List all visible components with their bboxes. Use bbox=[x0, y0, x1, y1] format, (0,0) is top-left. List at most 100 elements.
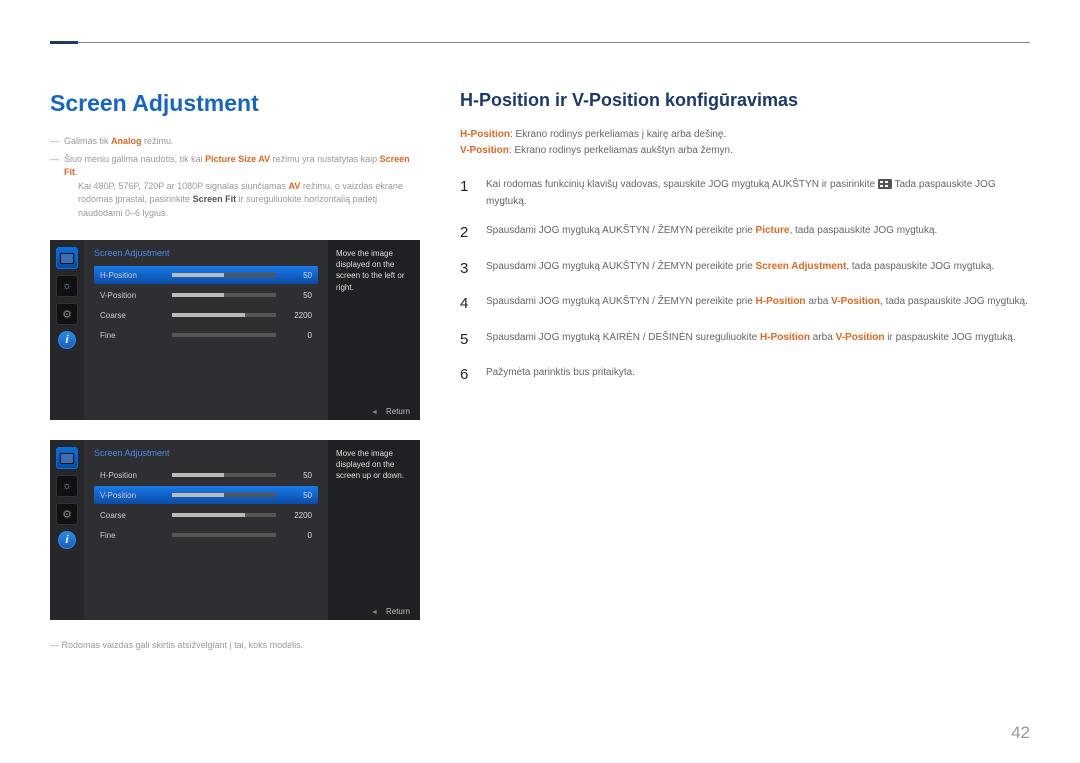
text: režimu. bbox=[142, 136, 174, 146]
osd-row-slider bbox=[172, 273, 276, 277]
osd-screenshot-2: Screen Adjustment H-Position50V-Position… bbox=[50, 440, 420, 620]
osd-menu-row: Coarse2200 bbox=[94, 506, 318, 524]
osd-row-value: 50 bbox=[284, 491, 312, 500]
text: Spausdami JOG mygtuką AUKŠTYN / ŽEMYN pe… bbox=[486, 225, 756, 236]
settings-icon bbox=[56, 503, 78, 525]
left-column: Screen Adjustment Galimas tik Analog rež… bbox=[50, 90, 420, 650]
picture-icon bbox=[56, 447, 78, 469]
brightness-icon bbox=[56, 475, 78, 497]
text: Kai 480P, 576P, 720P ar 1080P signalas s… bbox=[78, 181, 289, 191]
highlight: Screen Adjustment bbox=[756, 261, 847, 272]
highlight: Picture bbox=[756, 225, 790, 236]
osd-rows-2: H-Position50 V-Position 50 Coarse2200 Fine 0 bbox=[94, 466, 318, 544]
step-body: Spausdami JOG mygtuką AUKŠTYN / ŽEMYN pe… bbox=[486, 291, 1030, 317]
osd-sidebar bbox=[50, 440, 84, 620]
step-number: 3 bbox=[460, 256, 474, 282]
settings-icon bbox=[56, 303, 78, 325]
step-number: 4 bbox=[460, 291, 474, 317]
step-2: 2 Spausdami JOG mygtuką AUKŠTYN / ŽEMYN … bbox=[460, 220, 1030, 246]
page-top-accent bbox=[50, 41, 78, 44]
osd-menu-row: H-Position50 bbox=[94, 466, 318, 484]
text: arba bbox=[810, 332, 836, 343]
osd-row-slider bbox=[172, 533, 276, 537]
step-4: 4 Spausdami JOG mygtuką AUKŠTYN / ŽEMYN … bbox=[460, 291, 1030, 317]
text: , tada paspauskite JOG mygtuką. bbox=[846, 261, 994, 272]
highlight: H-Position bbox=[756, 296, 806, 307]
note-2-sub: Kai 480P, 576P, 720P ar 1080P signalas s… bbox=[64, 180, 420, 221]
osd-row-label: Fine bbox=[100, 531, 164, 540]
model-note: Rodomas vaizdas gali skirtis atsižvelgia… bbox=[50, 640, 420, 650]
osd-menu: Screen Adjustment H-Position50 V-Position… bbox=[84, 240, 328, 420]
return-label: Return bbox=[386, 607, 410, 616]
osd-menu-row: H-Position50 bbox=[94, 266, 318, 284]
definition-v-position: V-Position: Ekrano rodinys perkeliamas a… bbox=[460, 143, 1030, 158]
menu-icon bbox=[878, 179, 892, 189]
text: Galimas tik bbox=[64, 136, 111, 146]
text: : Ekrano rodinys perkeliamas aukštyn arb… bbox=[509, 145, 733, 156]
step-body: Spausdami JOG mygtuką AUKŠTYN / ŽEMYN pe… bbox=[486, 256, 1030, 282]
definition-h-position: H-Position: Ekrano rodinys perkeliamas į… bbox=[460, 127, 1030, 142]
back-arrow-icon bbox=[371, 607, 378, 616]
highlight: AV bbox=[289, 181, 301, 191]
osd-menu: Screen Adjustment H-Position50V-Position… bbox=[84, 440, 328, 620]
step-1: 1 Kai rodomas funkcinių klavišų vadovas,… bbox=[460, 174, 1030, 210]
text: Spausdami JOG mygtuką KAIRĖN / DEŠINĖN s… bbox=[486, 332, 760, 343]
osd-row-slider bbox=[172, 493, 276, 497]
step-3: 3 Spausdami JOG mygtuką AUKŠTYN / ŽEMYN … bbox=[460, 256, 1030, 282]
osd-menu-row: V-Position50 bbox=[94, 286, 318, 304]
text: Šiuo meniu galima naudotis, tik kai bbox=[64, 154, 205, 164]
text: Spausdami JOG mygtuką AUKŠTYN / ŽEMYN pe… bbox=[486, 261, 756, 272]
osd-title: Screen Adjustment bbox=[94, 248, 318, 258]
text: , tada paspauskite JOG mygtuką. bbox=[789, 225, 937, 236]
highlight: Analog bbox=[111, 136, 142, 146]
text: . bbox=[75, 167, 78, 177]
note-1: Galimas tik Analog režimu. bbox=[50, 135, 420, 149]
osd-row-value: 50 bbox=[284, 271, 312, 280]
osd-help-text: Move the image displayed on the screen t… bbox=[328, 240, 420, 420]
osd-rows-1: H-Position50 V-Position50 Coarse 2200 Fine0 bbox=[94, 266, 318, 344]
page-number: 42 bbox=[1011, 723, 1030, 743]
osd-menu-row: Fine 0 bbox=[94, 526, 318, 544]
osd-row-slider bbox=[172, 313, 276, 317]
osd-help-text: Move the image displayed on the screen u… bbox=[328, 440, 420, 620]
step-body: Kai rodomas funkcinių klavišų vadovas, s… bbox=[486, 174, 1030, 210]
osd-row-value: 2200 bbox=[284, 311, 312, 320]
osd-row-slider bbox=[172, 333, 276, 337]
osd-row-slider bbox=[172, 513, 276, 517]
text: režimu yra nustatytas kaip bbox=[270, 154, 380, 164]
osd-title: Screen Adjustment bbox=[94, 448, 318, 458]
page-top-rule bbox=[50, 42, 1030, 43]
step-6: 6 Pažymėta parinktis bus pritaikyta. bbox=[460, 362, 1030, 388]
osd-row-label: H-Position bbox=[100, 471, 164, 480]
osd-row-value: 50 bbox=[284, 291, 312, 300]
text: arba bbox=[806, 296, 832, 307]
osd-footer: Return bbox=[371, 607, 410, 616]
osd-footer: Return bbox=[371, 407, 410, 416]
notes-list: Galimas tik Analog režimu. Šiuo meniu ga… bbox=[50, 135, 420, 220]
highlight: V-Position bbox=[460, 145, 509, 156]
osd-menu-row: Fine0 bbox=[94, 326, 318, 344]
osd-row-label: Coarse bbox=[100, 511, 164, 520]
right-column: H-Position ir V-Position konfigūravimas … bbox=[460, 90, 1030, 650]
text: : Ekrano rodinys perkeliamas į kairę arb… bbox=[510, 129, 726, 140]
picture-icon bbox=[56, 247, 78, 269]
osd-menu-row: Coarse 2200 bbox=[94, 306, 318, 324]
osd-row-label: Coarse bbox=[100, 311, 164, 320]
page-body: Screen Adjustment Galimas tik Analog rež… bbox=[0, 0, 1080, 685]
highlight: V-Position bbox=[836, 332, 885, 343]
step-body: Spausdami JOG mygtuką KAIRĖN / DEŠINĖN s… bbox=[486, 327, 1030, 353]
osd-row-label: V-Position bbox=[100, 491, 164, 500]
osd-row-value: 0 bbox=[284, 531, 312, 540]
step-body: Spausdami JOG mygtuką AUKŠTYN / ŽEMYN pe… bbox=[486, 220, 1030, 246]
text: Spausdami JOG mygtuką AUKŠTYN / ŽEMYN pe… bbox=[486, 296, 756, 307]
back-arrow-icon bbox=[371, 407, 378, 416]
highlight: Screen Fit bbox=[193, 194, 237, 204]
osd-menu-row: V-Position 50 bbox=[94, 486, 318, 504]
step-5: 5 Spausdami JOG mygtuką KAIRĖN / DEŠINĖN… bbox=[460, 327, 1030, 353]
subsection-heading: H-Position ir V-Position konfigūravimas bbox=[460, 90, 1030, 111]
section-heading: Screen Adjustment bbox=[50, 90, 420, 117]
osd-row-slider bbox=[172, 293, 276, 297]
highlight: Picture Size AV bbox=[205, 154, 270, 164]
highlight: H-Position bbox=[460, 129, 510, 140]
step-number: 1 bbox=[460, 174, 474, 210]
